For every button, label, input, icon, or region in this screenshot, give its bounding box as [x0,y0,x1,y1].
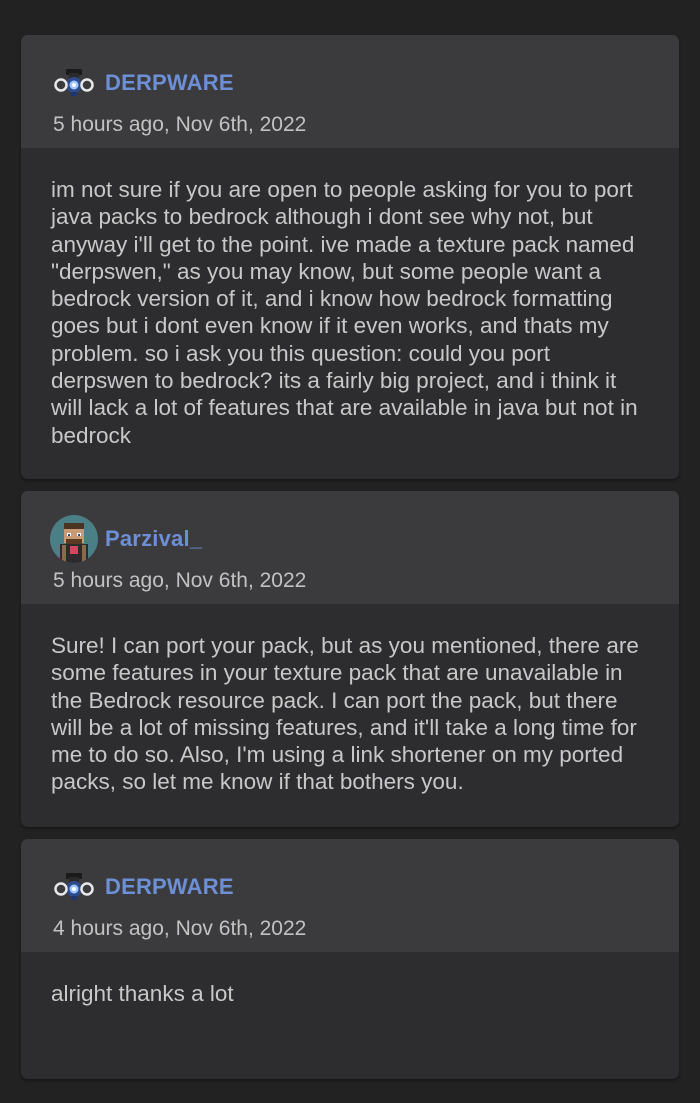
author-name[interactable]: DERPWARE [105,70,234,96]
author-row: DERPWARE [53,63,679,103]
comment-body: im not sure if you are open to people as… [51,177,638,448]
page: { "comments": [ { "author": "DERPWARE", … [0,0,700,1103]
comment-body: Sure! I can port your pack, but as you m… [51,633,639,795]
author-name[interactable]: DERPWARE [105,874,234,900]
comment-header: Parzival_ 5 hours ago, Nov 6th, 2022 [21,491,679,604]
comment-card: DERPWARE 4 hours ago, Nov 6th, 2022 alri… [21,839,679,1079]
comment-timestamp: 5 hours ago, Nov 6th, 2022 [53,113,307,136]
comment-timestamp: 4 hours ago, Nov 6th, 2022 [53,917,307,940]
robot-avatar-icon[interactable] [50,863,98,911]
comment-header: DERPWARE 4 hours ago, Nov 6th, 2022 [21,839,679,952]
author-name[interactable]: Parzival_ [105,526,202,552]
pixel-character-avatar-icon[interactable] [50,515,98,563]
author-row: DERPWARE [53,867,679,907]
robot-avatar-icon[interactable] [50,59,98,107]
comment-header: DERPWARE 5 hours ago, Nov 6th, 2022 [21,35,679,148]
comment-thread: DERPWARE 5 hours ago, Nov 6th, 2022 im n… [21,35,679,1079]
comment-body: alright thanks a lot [51,981,234,1006]
comment-card: Parzival_ 5 hours ago, Nov 6th, 2022 Sur… [21,491,679,827]
comment-card: DERPWARE 5 hours ago, Nov 6th, 2022 im n… [21,35,679,479]
comment-timestamp: 5 hours ago, Nov 6th, 2022 [53,569,307,592]
author-row: Parzival_ [50,515,679,563]
